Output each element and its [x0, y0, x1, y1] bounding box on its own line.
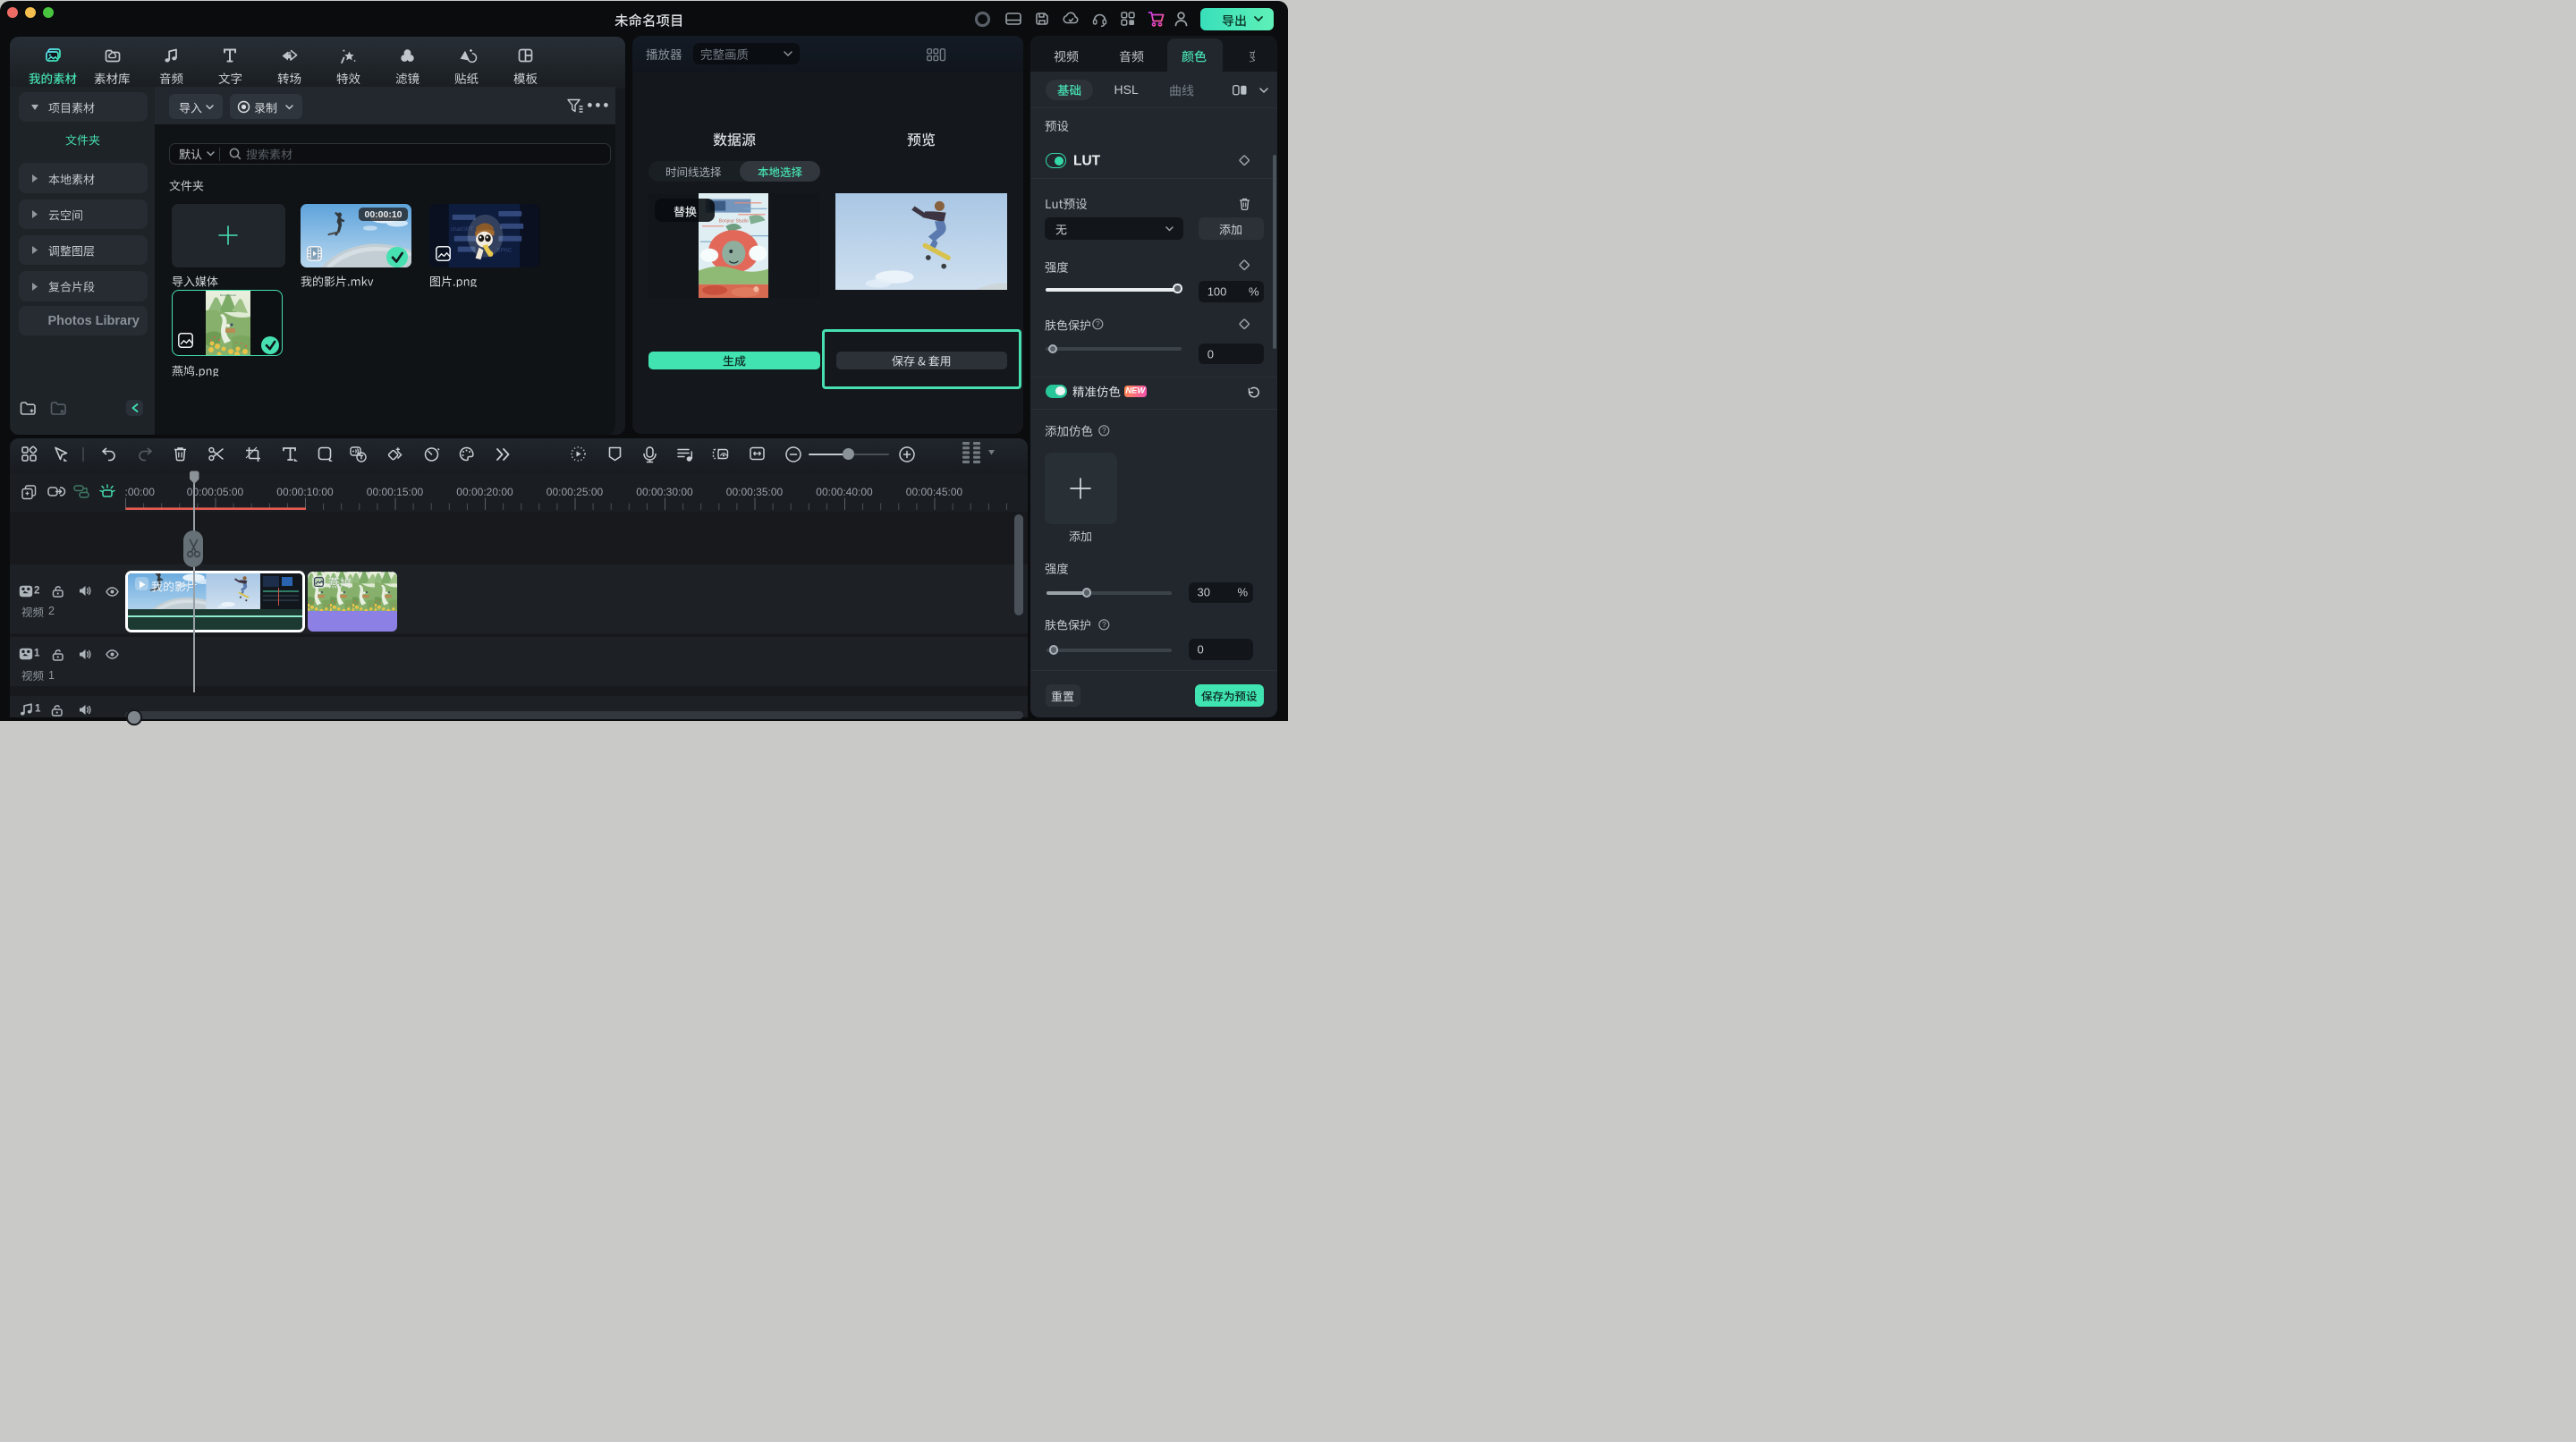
- svg-text:?: ?: [1102, 426, 1106, 435]
- svg-text:?: ?: [1096, 319, 1100, 328]
- svg-text:?: ?: [1102, 620, 1106, 629]
